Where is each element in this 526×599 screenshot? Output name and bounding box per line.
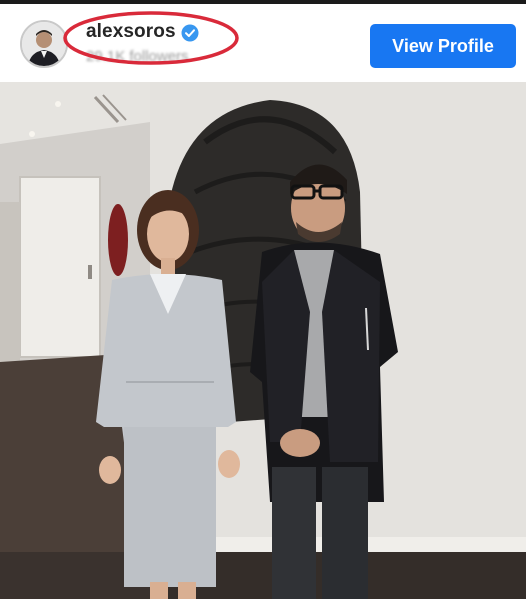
post-photo xyxy=(0,82,526,599)
username[interactable]: alexsoros xyxy=(86,21,176,43)
avatar[interactable] xyxy=(20,20,68,68)
verified-badge-icon xyxy=(181,24,199,42)
followers-count: 29.1K followers xyxy=(86,48,189,65)
view-profile-button[interactable]: View Profile xyxy=(370,24,516,68)
post-header: alexsoros 29.1K followers View Profile xyxy=(0,4,526,82)
